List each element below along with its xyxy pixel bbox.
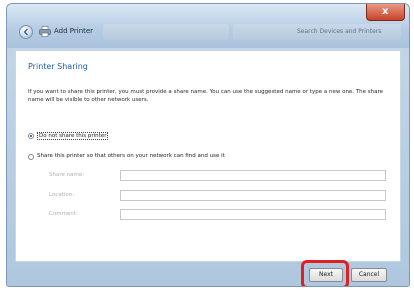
back-button[interactable] — [19, 25, 33, 39]
wizard-content: Printer Sharing If you want to share thi… — [15, 50, 401, 262]
location-field[interactable] — [120, 190, 386, 201]
next-button-highlight — [301, 260, 349, 286]
printer-icon — [39, 26, 51, 37]
page-title: Printer Sharing — [28, 62, 88, 71]
search-box-text: Search Devices and Printers — [297, 28, 382, 35]
comment-label: Comment: — [49, 211, 78, 217]
share-name-field[interactable] — [120, 170, 386, 181]
title-bar: Add Printer Search Devices and Printers … — [7, 4, 409, 48]
share-printer-label[interactable]: Share this printer so that others on you… — [37, 153, 225, 159]
cancel-button[interactable]: Cancel — [351, 268, 387, 282]
comment-field[interactable] — [120, 209, 386, 220]
do-not-share-label[interactable]: Do not share this printer — [37, 132, 109, 140]
window-title: Add Printer — [54, 27, 94, 35]
close-button[interactable]: x — [366, 4, 405, 21]
do-not-share-radio[interactable] — [28, 133, 34, 139]
add-printer-window: Add Printer Search Devices and Printers … — [6, 3, 410, 287]
close-icon: x — [382, 6, 389, 17]
location-label: Location: — [49, 192, 75, 198]
back-arrow-icon — [23, 28, 28, 36]
share-printer-radio[interactable] — [28, 154, 34, 160]
page-description: If you want to share this printer, you m… — [28, 89, 384, 103]
search-box[interactable]: Search Devices and Printers — [233, 24, 401, 40]
address-bar[interactable] — [103, 24, 229, 40]
share-name-label: Share name: — [49, 172, 85, 178]
